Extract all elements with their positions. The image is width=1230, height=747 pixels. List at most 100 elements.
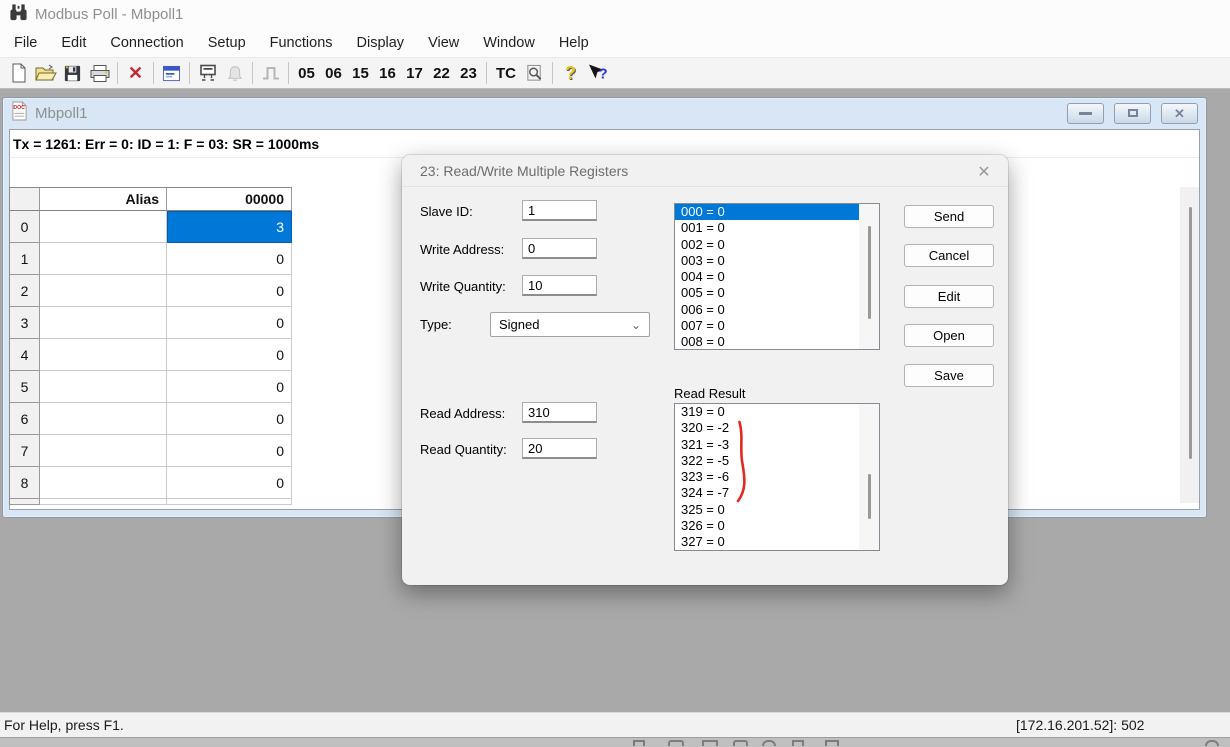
function-15-button[interactable]: 15 [347,65,374,82]
row-header-cell[interactable]: 4 [10,339,40,371]
row-header-cell[interactable]: 1 [10,243,40,275]
list-item[interactable]: 320 = -2 [675,420,879,436]
list-item[interactable]: 327 = 0 [675,534,879,550]
menu-item-view[interactable]: View [416,31,471,55]
menu-item-connection[interactable]: Connection [98,31,195,55]
menu-item-file[interactable]: File [2,31,49,55]
setup-window-button[interactable] [158,60,185,86]
value-cell[interactable]: 0 [167,467,292,499]
open-button[interactable]: Open [904,324,994,347]
menu-item-setup[interactable]: Setup [196,31,258,55]
list-item[interactable]: 006 = 0 [675,302,879,318]
list-item[interactable]: 319 = 0 [675,404,879,420]
scrollbar-thumb[interactable] [868,226,871,319]
function-16-button[interactable]: 16 [374,65,401,82]
alias-cell[interactable] [40,307,167,339]
write-address-input[interactable] [522,238,597,259]
alias-cell[interactable] [40,243,167,275]
save-button[interactable] [59,60,86,86]
list-item[interactable]: 008 = 0 [675,334,879,350]
read-address-input[interactable] [522,402,597,423]
menu-item-display[interactable]: Display [345,31,417,55]
alias-cell[interactable] [40,371,167,403]
list-item[interactable]: 002 = 0 [675,237,879,253]
new-file-button[interactable] [5,60,32,86]
alias-cell[interactable] [40,403,167,435]
list-item[interactable]: 323 = -6 [675,469,879,485]
alias-cell[interactable] [40,275,167,307]
row-header-cell[interactable]: 2 [10,275,40,307]
list-item[interactable]: 005 = 0 [675,285,879,301]
cancel-button[interactable]: Cancel [904,244,994,267]
list-item[interactable]: 001 = 0 [675,220,879,236]
value-cell[interactable]: 0 [167,403,292,435]
list-item[interactable]: 004 = 0 [675,269,879,285]
value-cell[interactable]: 0 [167,307,292,339]
help-button[interactable]: ? [557,60,584,86]
write-quantity-input[interactable] [522,275,597,296]
alias-column-header[interactable]: Alias [40,188,167,211]
disconnect-button[interactable]: ✕ [122,60,149,86]
list-item[interactable]: 003 = 0 [675,253,879,269]
send-button[interactable]: Send [904,205,994,228]
window-title: Modbus Poll - Mbpoll1 [35,6,183,23]
scrollbar-thumb[interactable] [1189,207,1192,459]
list-item[interactable]: 326 = 0 [675,518,879,534]
row-header-cell[interactable]: 6 [10,403,40,435]
slave-id-input[interactable] [522,200,597,221]
list-item[interactable]: 000 = 0 [675,204,859,220]
alias-cell[interactable] [40,339,167,371]
communication-traffic-button[interactable] [521,60,548,86]
address-column-header[interactable]: 00000 [167,188,292,211]
vertical-scrollbar[interactable] [1180,187,1199,503]
dialog-title-bar[interactable]: 23: Read/Write Multiple Registers ✕ [402,155,1008,187]
type-dropdown[interactable]: Signed ⌄ [490,312,650,337]
function-22-button[interactable]: 22 [428,65,455,82]
read-result-listbox[interactable]: 319 = 0320 = -2321 = -3322 = -5323 = -63… [674,403,880,551]
poll-definition-button[interactable] [194,60,221,86]
context-help-button[interactable]: ? [584,60,611,86]
menu-item-edit[interactable]: Edit [49,31,98,55]
print-button[interactable] [86,60,113,86]
close-button[interactable]: ✕ [1161,103,1198,124]
value-cell[interactable]: 0 [167,435,292,467]
listbox-scrollbar[interactable] [859,204,879,349]
mbpoll1-title-bar[interactable]: DOC Mbpoll1 ✕ [3,98,1206,128]
value-cell[interactable]: 3 [167,211,292,243]
list-item[interactable]: 321 = -3 [675,437,879,453]
alias-cell[interactable] [40,435,167,467]
value-cell[interactable]: 0 [167,275,292,307]
function-06-button[interactable]: 06 [320,65,347,82]
row-header-cell[interactable]: 8 [10,467,40,499]
row-header-cell[interactable]: 7 [10,435,40,467]
write-values-listbox[interactable]: 000 = 0001 = 0002 = 0003 = 0004 = 0005 =… [674,203,880,350]
alias-cell[interactable] [40,211,167,243]
minimize-button[interactable] [1067,103,1104,124]
list-item[interactable]: 007 = 0 [675,318,879,334]
scrollbar-thumb[interactable] [868,474,871,519]
row-header-cell[interactable]: 5 [10,371,40,403]
menu-item-functions[interactable]: Functions [258,31,345,55]
list-item[interactable]: 322 = -5 [675,453,879,469]
function-23-button[interactable]: 23 [455,65,482,82]
dialog-close-button[interactable]: ✕ [970,160,998,184]
row-header-cell[interactable]: 3 [10,307,40,339]
menu-item-window[interactable]: Window [471,31,547,55]
value-cell[interactable]: 0 [167,371,292,403]
function-17-button[interactable]: 17 [401,65,428,82]
row-header-cell[interactable]: 0 [10,211,40,243]
listbox-scrollbar[interactable] [859,404,879,550]
alias-cell[interactable] [40,467,167,499]
read-quantity-input[interactable] [522,438,597,459]
test-center-button[interactable]: TC [491,65,521,82]
menu-item-help[interactable]: Help [547,31,601,55]
value-cell[interactable]: 0 [167,339,292,371]
value-cell[interactable]: 0 [167,243,292,275]
open-file-button[interactable] [32,60,59,86]
list-item[interactable]: 324 = -7 [675,485,879,501]
restore-button[interactable] [1114,103,1151,124]
save-button[interactable]: Save [904,364,994,387]
edit-button[interactable]: Edit [904,285,994,308]
function-05-button[interactable]: 05 [293,65,320,82]
list-item[interactable]: 325 = 0 [675,502,879,518]
